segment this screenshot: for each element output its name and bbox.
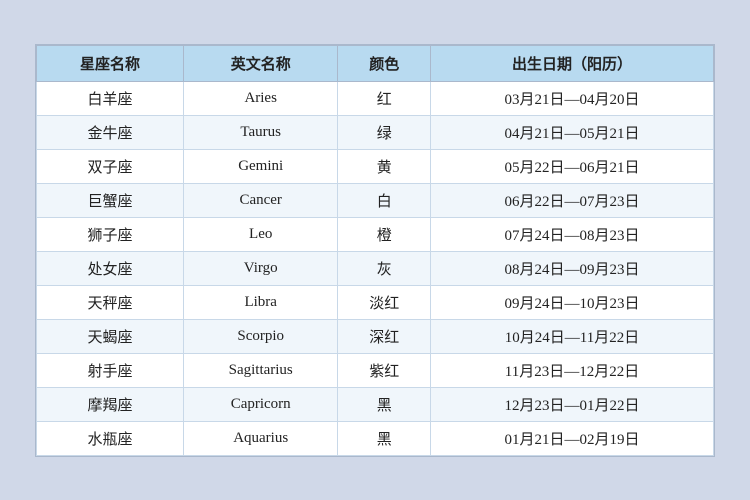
- table-row: 射手座Sagittarius紫红11月23日—12月22日: [37, 353, 714, 387]
- table-column-header: 英文名称: [183, 45, 337, 81]
- table-cell: Gemini: [183, 149, 337, 183]
- table-cell: 04月21日—05月21日: [430, 115, 713, 149]
- table-row: 天秤座Libra淡红09月24日—10月23日: [37, 285, 714, 319]
- table-row: 摩羯座Capricorn黑12月23日—01月22日: [37, 387, 714, 421]
- table-cell: 黑: [338, 387, 431, 421]
- table-row: 处女座Virgo灰08月24日—09月23日: [37, 251, 714, 285]
- table-cell: 01月21日—02月19日: [430, 421, 713, 455]
- table-cell: 05月22日—06月21日: [430, 149, 713, 183]
- table-row: 白羊座Aries红03月21日—04月20日: [37, 81, 714, 115]
- table-cell: 10月24日—11月22日: [430, 319, 713, 353]
- table-cell: 天秤座: [37, 285, 184, 319]
- table-column-header: 颜色: [338, 45, 431, 81]
- table-cell: Capricorn: [183, 387, 337, 421]
- table-cell: 水瓶座: [37, 421, 184, 455]
- table-cell: 狮子座: [37, 217, 184, 251]
- table-cell: 黄: [338, 149, 431, 183]
- table-column-header: 出生日期（阳历）: [430, 45, 713, 81]
- table-cell: 白: [338, 183, 431, 217]
- table-cell: 灰: [338, 251, 431, 285]
- table-cell: Sagittarius: [183, 353, 337, 387]
- table-cell: 03月21日—04月20日: [430, 81, 713, 115]
- zodiac-table: 星座名称英文名称颜色出生日期（阳历） 白羊座Aries红03月21日—04月20…: [36, 45, 714, 456]
- table-cell: 09月24日—10月23日: [430, 285, 713, 319]
- table-cell: 橙: [338, 217, 431, 251]
- table-cell: 处女座: [37, 251, 184, 285]
- table-cell: 红: [338, 81, 431, 115]
- table-cell: 白羊座: [37, 81, 184, 115]
- table-header-row: 星座名称英文名称颜色出生日期（阳历）: [37, 45, 714, 81]
- table-row: 金牛座Taurus绿04月21日—05月21日: [37, 115, 714, 149]
- table-cell: Taurus: [183, 115, 337, 149]
- zodiac-table-wrapper: 星座名称英文名称颜色出生日期（阳历） 白羊座Aries红03月21日—04月20…: [35, 44, 715, 457]
- table-cell: 紫红: [338, 353, 431, 387]
- table-cell: 绿: [338, 115, 431, 149]
- table-cell: 黑: [338, 421, 431, 455]
- table-cell: 射手座: [37, 353, 184, 387]
- table-cell: Libra: [183, 285, 337, 319]
- table-cell: Scorpio: [183, 319, 337, 353]
- table-cell: 巨蟹座: [37, 183, 184, 217]
- table-column-header: 星座名称: [37, 45, 184, 81]
- table-cell: 06月22日—07月23日: [430, 183, 713, 217]
- table-row: 巨蟹座Cancer白06月22日—07月23日: [37, 183, 714, 217]
- table-row: 双子座Gemini黄05月22日—06月21日: [37, 149, 714, 183]
- table-cell: 11月23日—12月22日: [430, 353, 713, 387]
- table-row: 天蝎座Scorpio深红10月24日—11月22日: [37, 319, 714, 353]
- table-cell: Virgo: [183, 251, 337, 285]
- table-cell: Leo: [183, 217, 337, 251]
- table-cell: Aquarius: [183, 421, 337, 455]
- table-cell: 金牛座: [37, 115, 184, 149]
- table-cell: 天蝎座: [37, 319, 184, 353]
- table-row: 狮子座Leo橙07月24日—08月23日: [37, 217, 714, 251]
- table-cell: 摩羯座: [37, 387, 184, 421]
- table-cell: 12月23日—01月22日: [430, 387, 713, 421]
- table-cell: 08月24日—09月23日: [430, 251, 713, 285]
- table-cell: 双子座: [37, 149, 184, 183]
- table-cell: Aries: [183, 81, 337, 115]
- table-row: 水瓶座Aquarius黑01月21日—02月19日: [37, 421, 714, 455]
- table-cell: 淡红: [338, 285, 431, 319]
- table-cell: 深红: [338, 319, 431, 353]
- table-cell: 07月24日—08月23日: [430, 217, 713, 251]
- table-cell: Cancer: [183, 183, 337, 217]
